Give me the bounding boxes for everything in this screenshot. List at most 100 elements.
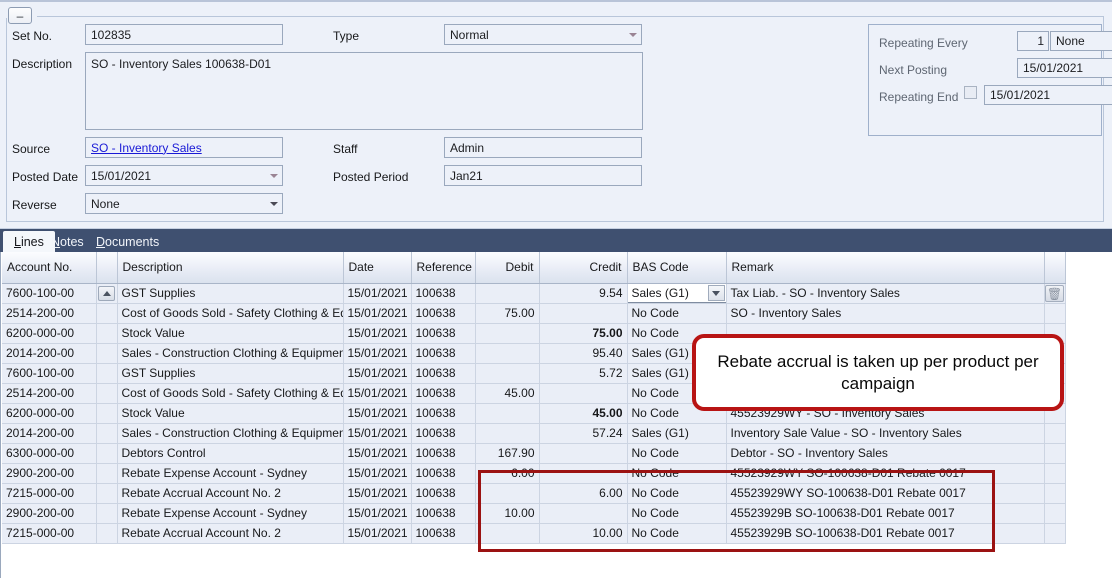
cell-sort[interactable] [96,343,118,364]
cell-credit[interactable]: 57.24 [539,423,628,444]
staff-input[interactable]: Admin [444,137,642,158]
cell-description[interactable]: Rebate Expense Account - Sydney [117,463,344,484]
cell-sort[interactable] [96,283,118,304]
cell-account-no[interactable]: 2514-200-00 [2,383,97,404]
cell-account-no[interactable]: 6300-000-00 [2,443,97,464]
col-remark[interactable]: Remark [726,252,1045,284]
tab-documents[interactable]: Documents [96,231,159,253]
type-select[interactable]: Normal [444,24,642,45]
cell-date[interactable]: 15/01/2021 [343,363,412,384]
cell-debit[interactable]: 6.00 [475,463,540,484]
cell-actions[interactable] [1044,423,1066,444]
cell-account-no[interactable]: 7215-000-00 [2,523,97,544]
col-bas-code[interactable]: BAS Code [627,252,727,284]
repeating-end-date-picker[interactable]: 15/01/2021 [984,85,1112,105]
source-link[interactable]: SO - Inventory Sales [85,137,283,158]
cell-sort[interactable] [96,483,118,504]
cell-account-no[interactable]: 2514-200-00 [2,303,97,324]
cell-account-no[interactable]: 2900-200-00 [2,463,97,484]
repeating-every-unit-select[interactable]: None [1050,31,1112,51]
cell-account-no[interactable]: 2900-200-00 [2,503,97,524]
cell-reference[interactable]: 100638 [411,363,476,384]
cell-date[interactable]: 15/01/2021 [343,523,412,544]
cell-account-no[interactable]: 7215-000-00 [2,483,97,504]
cell-description[interactable]: Sales - Construction Clothing & Equipmen… [117,423,344,444]
trash-icon[interactable]: 🗑 [1045,285,1064,302]
cell-date[interactable]: 15/01/2021 [343,403,412,424]
journal-lines-grid[interactable]: Account No. Description Date Reference D… [0,252,1112,578]
cell-reference[interactable]: 100638 [411,463,476,484]
cell-debit[interactable] [475,363,540,384]
set-no-input[interactable]: 102835 [85,24,283,45]
cell-bas-code[interactable]: No Code [627,483,727,504]
cell-debit[interactable] [475,343,540,364]
cell-remark[interactable]: Inventory Sale Value - SO - Inventory Sa… [726,423,1045,444]
cell-reference[interactable]: 100638 [411,383,476,404]
cell-account-no[interactable]: 6200-000-00 [2,403,97,424]
cell-remark[interactable]: 45523929WY SO-100638-D01 Rebate 0017 [726,463,1045,484]
cell-bas-code[interactable]: No Code [627,303,727,324]
cell-date[interactable]: 15/01/2021 [343,343,412,364]
cell-date[interactable]: 15/01/2021 [343,323,412,344]
cell-reference[interactable]: 100638 [411,323,476,344]
cell-actions[interactable] [1044,523,1066,544]
cell-date[interactable]: 15/01/2021 [343,483,412,504]
cell-description[interactable]: Rebate Expense Account - Sydney [117,503,344,524]
cell-description[interactable]: Cost of Goods Sold - Safety Clothing & E… [117,383,344,404]
cell-bas-code[interactable]: No Code [627,463,727,484]
cell-date[interactable]: 15/01/2021 [343,503,412,524]
cell-date[interactable]: 15/01/2021 [343,423,412,444]
cell-sort[interactable] [96,383,118,404]
cell-credit[interactable]: 6.00 [539,483,628,504]
cell-credit[interactable] [539,443,628,464]
cell-sort[interactable] [96,463,118,484]
posted-period-input[interactable]: Jan21 [444,165,642,186]
cell-reference[interactable]: 100638 [411,303,476,324]
table-row[interactable]: 2900-200-00 Rebate Expense Account - Sydn… [2,463,1066,484]
cell-credit[interactable] [539,463,628,484]
col-sort[interactable] [96,252,118,284]
tab-notes[interactable]: Notes [51,231,84,253]
cell-remark[interactable]: 45523929B SO-100638-D01 Rebate 0017 [726,523,1045,544]
cell-remark[interactable]: SO - Inventory Sales [726,303,1045,324]
col-debit[interactable]: Debit [475,252,540,284]
cell-debit[interactable]: 75.00 [475,303,540,324]
repeating-end-checkbox[interactable] [964,86,977,99]
cell-description[interactable]: Cost of Goods Sold - Safety Clothing & E… [117,303,344,324]
cell-debit[interactable]: 10.00 [475,503,540,524]
cell-debit[interactable] [475,423,540,444]
cell-debit[interactable] [475,523,540,544]
cell-sort[interactable] [96,443,118,464]
table-row[interactable]: 6300-000-00 Debtors Control 15/01/2021 1006… [2,443,1066,464]
bas-code-combobox[interactable]: Sales (G1) [627,283,725,302]
cell-reference[interactable]: 100638 [411,523,476,544]
sort-ascending-icon[interactable] [98,286,115,301]
cell-reference[interactable]: 100638 [411,503,476,524]
cell-reference[interactable]: 100638 [411,423,476,444]
table-row[interactable]: 2514-200-00 Cost of Goods Sold - Safety C… [2,303,1066,324]
cell-sort[interactable] [96,523,118,544]
cell-debit[interactable]: 167.90 [475,443,540,464]
cell-credit[interactable]: 9.54 [539,283,628,304]
cell-sort[interactable] [96,363,118,384]
cell-bas-code[interactable]: Sales (G1) [627,423,727,444]
col-description[interactable]: Description [117,252,344,284]
cell-date[interactable]: 15/01/2021 [343,283,412,304]
cell-credit[interactable]: 95.40 [539,343,628,364]
table-row[interactable]: 2900-200-00 Rebate Expense Account - Sydn… [2,503,1066,524]
cell-bas-code[interactable]: No Code [627,443,727,464]
cell-sort[interactable] [96,323,118,344]
cell-reference[interactable]: 100638 [411,403,476,424]
cell-credit[interactable] [539,383,628,404]
posted-date-picker[interactable]: 15/01/2021 [85,165,283,186]
cell-debit[interactable] [475,483,540,504]
cell-credit[interactable]: 10.00 [539,523,628,544]
cell-sort[interactable] [96,503,118,524]
cell-date[interactable]: 15/01/2021 [343,463,412,484]
cell-description[interactable]: GST Supplies [117,283,344,304]
collapse-panel-button[interactable]: – [8,7,32,24]
cell-description[interactable]: Rebate Accrual Account No. 2 [117,483,344,504]
repeating-every-count-input[interactable]: 1 [1017,31,1049,51]
cell-reference[interactable]: 100638 [411,443,476,464]
cell-account-no[interactable]: 6200-000-00 [2,323,97,344]
